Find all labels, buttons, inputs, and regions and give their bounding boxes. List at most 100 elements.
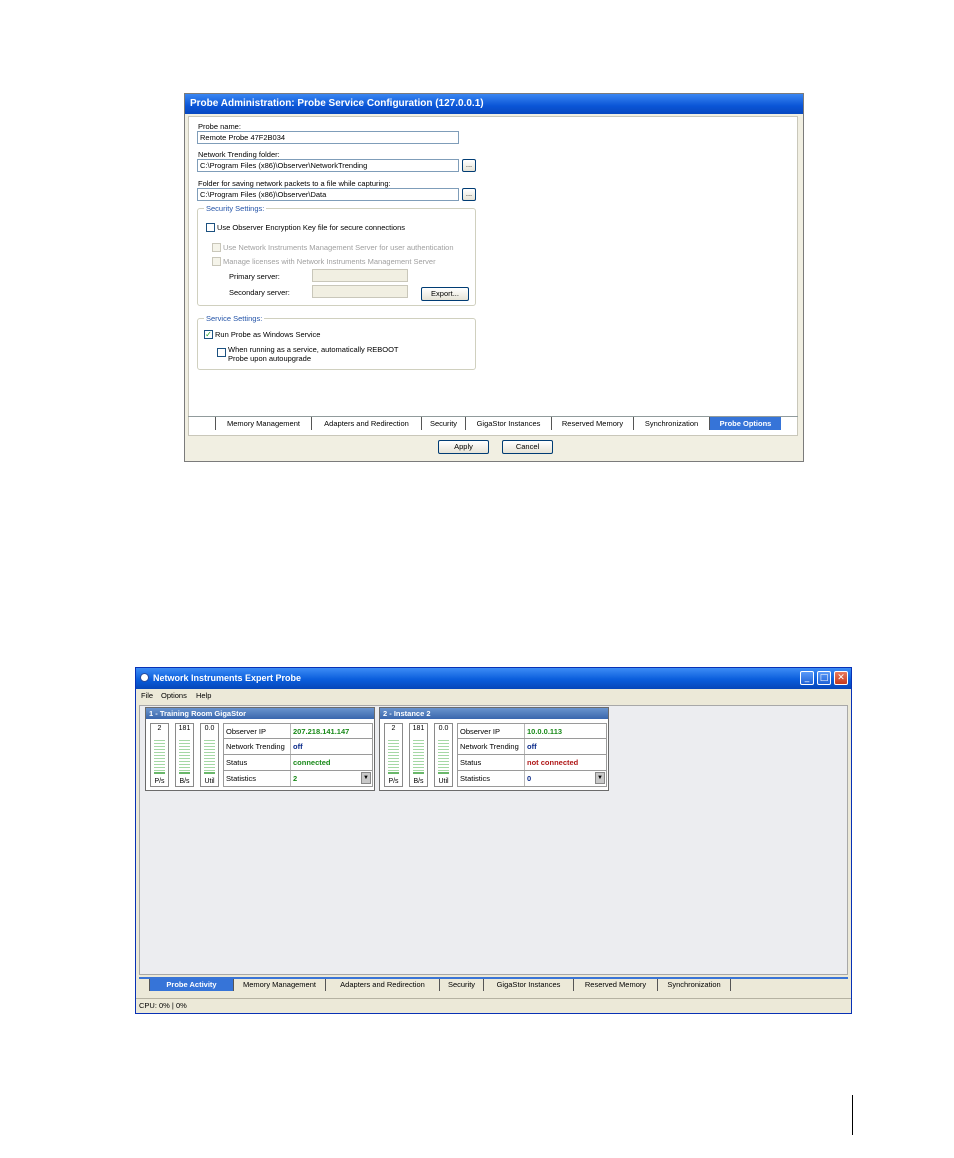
packets-unit: P/s [154, 778, 165, 785]
packets-unit: P/s [388, 778, 399, 785]
probe-config-window: Probe Administration: Probe Service Conf… [184, 93, 804, 462]
tab-reserved-memory[interactable]: Reserved Memory [573, 979, 657, 991]
tab-probe-activity[interactable]: Probe Activity [149, 979, 233, 991]
row-key: Status [460, 758, 482, 767]
menu-options[interactable]: Options [161, 689, 187, 702]
auto-reboot-label-line2: Probe upon autoupgrade [228, 354, 311, 363]
observer-ip-value: 10.0.0.113 [527, 727, 563, 736]
window-title: Probe Administration: Probe Service Conf… [185, 94, 803, 114]
network-trending-row: Network Trending off [223, 739, 373, 755]
row-key: Observer IP [226, 727, 267, 736]
observer-ip-row: Observer IP 10.0.0.113 [457, 723, 607, 739]
instance-header: 1 - Training Room GigaStor [146, 708, 374, 719]
tab-gigastor-instances[interactable]: GigaStor Instances [483, 979, 573, 991]
nt-folder-browse-button[interactable]: ... [462, 159, 476, 172]
run-as-service-checkbox[interactable]: ✓ [204, 330, 213, 339]
packets-bar [388, 740, 399, 774]
apply-button[interactable]: Apply [438, 440, 489, 454]
observer-ip-row: Observer IP 207.218.141.147 [223, 723, 373, 739]
export-button[interactable]: Export... [421, 287, 469, 301]
menu-file[interactable]: File [141, 689, 153, 702]
packets-meter: 2 P/s [384, 723, 403, 787]
secondary-server-label: Secondary server: [229, 288, 290, 297]
chevron-down-icon[interactable]: ▼ [595, 772, 605, 784]
probe-name-input[interactable]: Remote Probe 47F2B034 [197, 131, 459, 144]
primary-server-input[interactable] [312, 269, 408, 282]
primary-server-label: Primary server: [229, 272, 280, 281]
network-trending-value: off [293, 742, 303, 751]
minimize-icon[interactable]: _ [800, 671, 814, 685]
tab-synchronization[interactable]: Synchronization [657, 979, 731, 991]
row-key: Statistics [460, 774, 491, 783]
tab-adapters-redirection[interactable]: Adapters and Redirection [325, 979, 439, 991]
bytes-value: 181 [412, 725, 425, 732]
statistics-row[interactable]: Statistics 0 ▼ [457, 771, 607, 787]
tab-memory-management[interactable]: Memory Management [215, 417, 311, 430]
util-value: 0.0 [204, 725, 215, 732]
nims-auth-label: Use Network Instruments Management Serve… [223, 243, 454, 252]
network-trending-value: off [527, 742, 537, 751]
row-key: Statistics [226, 774, 257, 783]
nt-folder-label: Network Trending folder: [198, 150, 280, 159]
close-icon[interactable]: ✕ [834, 671, 848, 685]
bytes-bar [179, 740, 190, 774]
cancel-button[interactable]: Cancel [502, 440, 553, 454]
status-row: Status connected [223, 755, 373, 771]
maximize-icon[interactable]: □ [817, 671, 831, 685]
save-folder-label: Folder for saving network packets to a f… [198, 179, 391, 188]
row-key: Observer IP [460, 727, 501, 736]
save-folder-browse-button[interactable]: ... [462, 188, 476, 201]
tab-synchronization[interactable]: Synchronization [633, 417, 709, 430]
statistics-value: 0 [527, 774, 532, 783]
bytes-unit: B/s [179, 778, 190, 785]
packets-value: 2 [391, 725, 396, 732]
chevron-down-icon[interactable]: ▼ [361, 772, 371, 784]
packets-meter: 2 P/s [150, 723, 169, 787]
encryption-label: Use Observer Encryption Key file for sec… [217, 223, 406, 232]
tab-security[interactable]: Security [421, 417, 465, 430]
status-value: not connected [527, 758, 579, 767]
tab-memory-management[interactable]: Memory Management [233, 979, 325, 991]
auto-reboot-checkbox[interactable] [217, 348, 226, 357]
run-as-service-label: Run Probe as Windows Service [215, 330, 321, 339]
util-value: 0.0 [438, 725, 449, 732]
util-meter: 0.0 Util [434, 723, 453, 787]
nt-folder-input[interactable]: C:\Program Files (x86)\Observer\NetworkT… [197, 159, 459, 172]
statistics-row[interactable]: Statistics 2 ▼ [223, 771, 373, 787]
nims-auth-checkbox[interactable] [212, 243, 221, 252]
util-unit: Util [204, 778, 215, 785]
tab-probe-options[interactable]: Probe Options [709, 417, 781, 430]
row-key: Network Trending [226, 742, 285, 751]
row-key: Network Trending [460, 742, 519, 751]
secondary-server-input[interactable] [312, 285, 408, 298]
auto-reboot-label-line1: When running as a service, automatically… [228, 345, 399, 354]
bytes-value: 181 [178, 725, 191, 732]
instance-card-1[interactable]: 1 - Training Room GigaStor 2 P/s 181 B/s… [145, 707, 375, 791]
util-meter: 0.0 Util [200, 723, 219, 787]
probe-config-tabs: Memory Management Adapters and Redirecti… [188, 416, 798, 430]
nims-license-label: Manage licenses with Network Instruments… [223, 257, 436, 266]
bytes-unit: B/s [413, 778, 424, 785]
probe-options-panel: Probe name: Remote Probe 47F2B034 Networ… [188, 116, 798, 436]
util-unit: Util [438, 778, 449, 785]
util-bar [438, 740, 449, 774]
instance-card-2[interactable]: 2 - Instance 2 2 P/s 181 B/s 0.0 Util Ob… [379, 707, 609, 791]
bytes-meter: 181 B/s [175, 723, 194, 787]
tab-security[interactable]: Security [439, 979, 483, 991]
tab-reserved-memory[interactable]: Reserved Memory [551, 417, 633, 430]
status-bar: CPU: 0% | 0% [136, 998, 851, 1013]
probe-activity-area: 1 - Training Room GigaStor 2 P/s 181 B/s… [139, 705, 848, 975]
encryption-checkbox[interactable] [206, 223, 215, 232]
bytes-meter: 181 B/s [409, 723, 428, 787]
packets-bar [154, 740, 165, 774]
tab-gigastor-instances[interactable]: GigaStor Instances [465, 417, 551, 430]
nims-license-checkbox[interactable] [212, 257, 221, 266]
service-settings-label: Service Settings: [204, 314, 265, 323]
save-folder-input[interactable]: C:\Program Files (x86)\Observer\Data [197, 188, 459, 201]
menu-help[interactable]: Help [196, 689, 211, 702]
expert-probe-window: Network Instruments Expert Probe _ □ ✕ F… [135, 667, 852, 1014]
tab-adapters-redirection[interactable]: Adapters and Redirection [311, 417, 421, 430]
probe-name-label: Probe name: [198, 122, 241, 131]
util-bar [204, 740, 215, 774]
bytes-bar [413, 740, 424, 774]
